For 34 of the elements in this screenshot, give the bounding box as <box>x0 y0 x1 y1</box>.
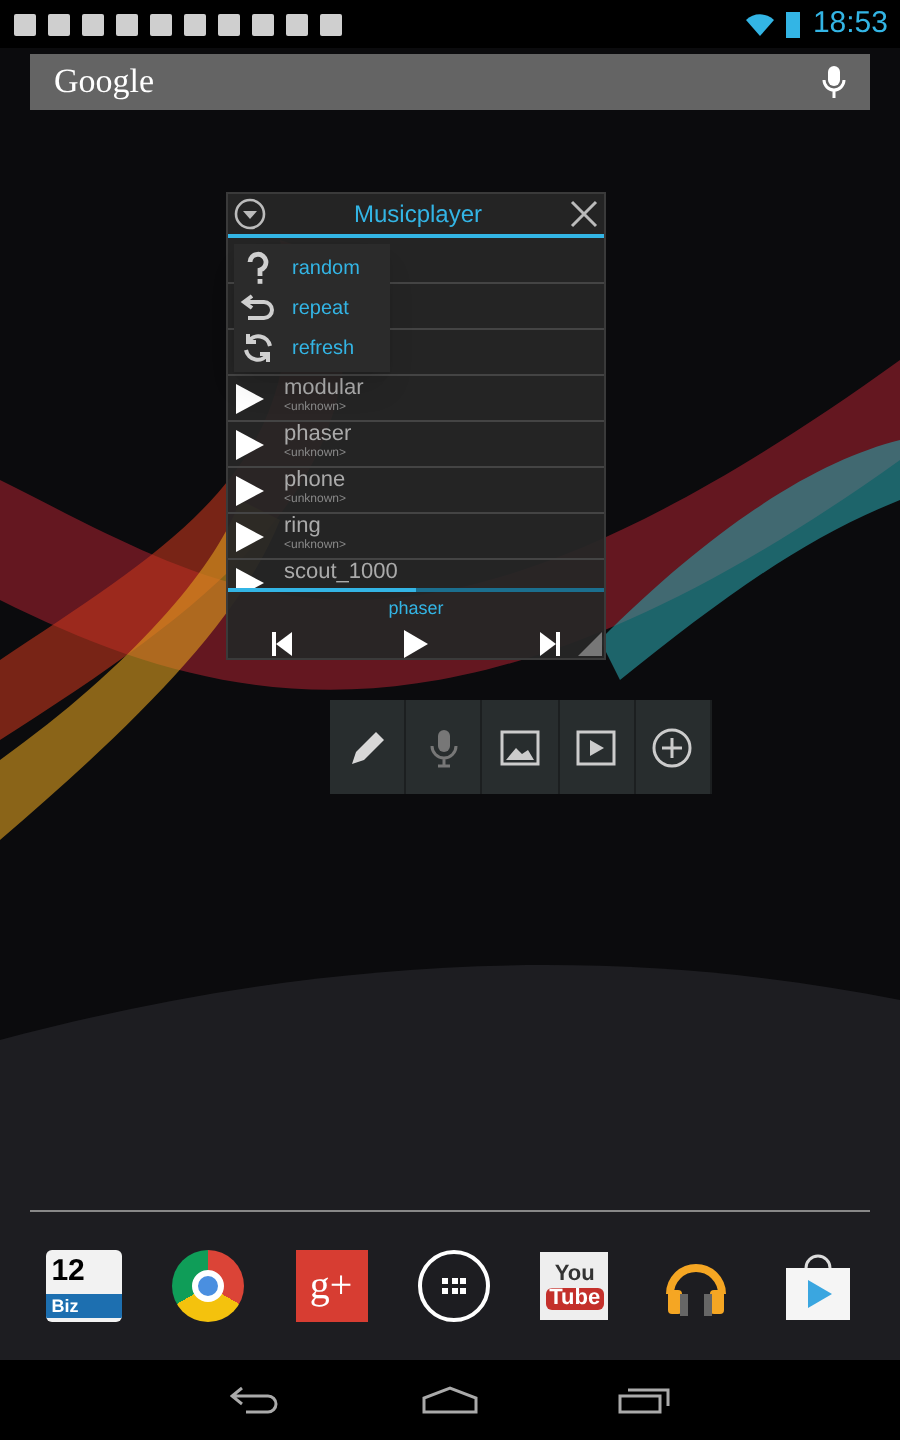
resize-handle-icon[interactable] <box>578 632 602 656</box>
back-icon[interactable] <box>230 1386 282 1414</box>
menu-item[interactable]: random <box>234 248 390 288</box>
track-title: phaser <box>284 424 352 446</box>
track-title: modular <box>284 378 364 400</box>
previous-icon[interactable] <box>272 631 292 655</box>
now-playing: phaser <box>386 596 446 622</box>
browser-app-icon[interactable] <box>172 1250 245 1322</box>
home-icon[interactable] <box>422 1386 478 1414</box>
microphone-icon[interactable] <box>822 66 846 98</box>
recent-apps-icon[interactable] <box>618 1386 670 1414</box>
google-logo: Google <box>54 60 155 105</box>
battery-icon <box>786 11 801 37</box>
track-title: scout_1000 <box>284 562 398 584</box>
app-drawer-icon[interactable] <box>417 1250 490 1322</box>
wifi-icon <box>746 12 775 36</box>
shopping-bag-icon[interactable] <box>782 1250 855 1322</box>
widget-title: Musicplayer <box>353 198 483 232</box>
youtube-app-icon[interactable]: You Tube <box>540 1252 609 1320</box>
undo-icon <box>240 290 276 326</box>
clock: 18:53 <box>812 3 888 44</box>
refresh-icon <box>240 330 276 366</box>
add-icon <box>650 725 695 769</box>
dropdown-icon[interactable] <box>234 198 266 230</box>
google-plus-app-icon[interactable]: g+ <box>295 1250 368 1322</box>
close-icon[interactable] <box>570 200 598 228</box>
calendar-app-icon[interactable]: 12 Biz <box>45 1250 122 1322</box>
menu-item[interactable]: repeat <box>234 288 390 328</box>
next-icon[interactable] <box>540 631 560 655</box>
search-bar[interactable]: Google <box>30 54 870 110</box>
menu-item[interactable]: refresh <box>234 328 390 368</box>
track-title: ring <box>284 516 323 538</box>
video-icon <box>574 725 619 769</box>
track-title: phone <box>284 470 347 492</box>
